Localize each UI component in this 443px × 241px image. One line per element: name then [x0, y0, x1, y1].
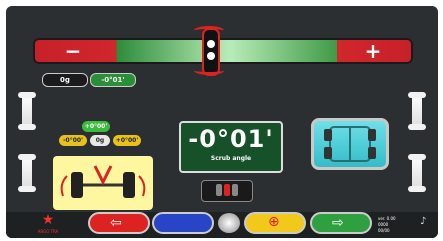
speaker-icon[interactable]: ♪ — [420, 216, 426, 227]
wrench-icon[interactable] — [18, 92, 36, 130]
info-line-1: ver. 0.00 — [378, 216, 396, 221]
axle-value-top: +0°00' — [82, 121, 110, 132]
back-button[interactable]: ⇦ — [88, 212, 150, 234]
plus-sign: + — [364, 39, 382, 63]
wrench-icon[interactable] — [408, 154, 426, 192]
info-line-2: 0000 — [378, 222, 389, 227]
needle-red-arc-bottom — [194, 66, 224, 75]
measurement-display: -0°01' Scrub angle — [179, 121, 283, 173]
wrench-icon[interactable] — [18, 154, 36, 192]
axle-value-left: -0°00' — [59, 135, 87, 146]
car-top-view-icon[interactable] — [311, 118, 389, 170]
star-logo-icon: ★ — [41, 212, 55, 228]
axle-wheels-icon — [53, 156, 153, 210]
measurement-value: -0°01' — [188, 125, 274, 153]
axle-value-right: +0°00' — [113, 135, 141, 146]
angle-gauge-bar: − + — [33, 38, 413, 64]
measurement-caption: Scrub angle — [210, 155, 252, 162]
arrow-right-icon: ⇨ — [332, 215, 344, 231]
action-button[interactable]: ⊕ — [244, 212, 306, 234]
unit-readout-left[interactable]: 0g — [42, 73, 88, 87]
alignment-screen: − + 0g -0°01' +0°00' -0°00' 0g +0°00' -0… — [6, 6, 438, 238]
bottom-toolbar: ★ ARGO TRA ⇦ ⊕ ⇨ ver. 0.00 0000 00/00 ♪ — [6, 212, 438, 238]
arrow-left-icon: ⇦ — [110, 215, 122, 231]
wrench-icon[interactable] — [408, 92, 426, 130]
unit-readout-right[interactable]: -0°01' — [90, 73, 136, 87]
needle-red-arc-top — [194, 26, 224, 35]
info-line-3: 00/00 — [378, 228, 390, 233]
brand-text: ARGO TRA — [37, 229, 59, 234]
minus-sign: − — [64, 39, 82, 63]
center-round-button[interactable] — [218, 213, 240, 233]
target-icon: ⊕ — [268, 214, 280, 230]
axle-value-center: 0g — [90, 135, 110, 146]
blue-button[interactable] — [152, 212, 214, 234]
forward-button[interactable]: ⇨ — [310, 212, 372, 234]
mode-toggle[interactable] — [201, 180, 253, 202]
